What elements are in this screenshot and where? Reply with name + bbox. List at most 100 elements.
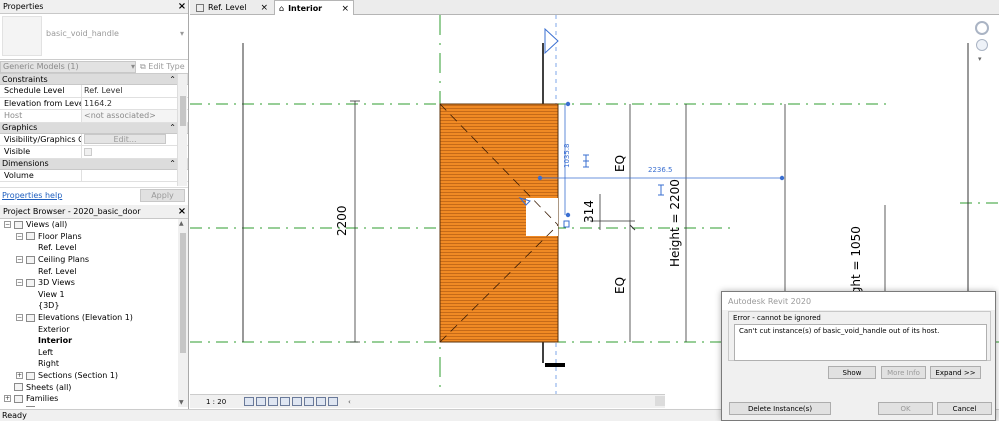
expand-icon[interactable]: +	[16, 372, 23, 380]
sun-path-icon[interactable]	[268, 397, 278, 406]
tree-node-label: View 1	[38, 289, 65, 299]
tab-label: Ref. Level	[208, 3, 247, 12]
category-constraints[interactable]: Constraints ⌃	[0, 74, 188, 85]
tree-node[interactable]: Interior	[0, 335, 178, 347]
tree-node[interactable]: − Views (all)	[0, 219, 178, 231]
dim-label-eq-bottom[interactable]: EQ	[613, 277, 627, 294]
category-dimensions[interactable]: Dimensions ⌃	[0, 158, 188, 170]
property-label: Volume	[0, 169, 82, 181]
dim-label-height-2200[interactable]: Height = 2200	[668, 179, 682, 267]
instance-filter-dropdown[interactable]: Generic Models (1) ▾	[0, 60, 136, 73]
close-icon[interactable]: ×	[341, 4, 349, 14]
properties-scrollbar[interactable]	[177, 74, 187, 186]
collapse-icon[interactable]: −	[4, 221, 11, 229]
tree-node[interactable]: Right	[0, 358, 178, 370]
dim-label-eq-top[interactable]: EQ	[613, 155, 627, 172]
tree-node[interactable]: + Sections (Section 1)	[0, 370, 178, 382]
property-value[interactable]: Ref. Level	[82, 85, 178, 97]
floor-marker	[545, 363, 565, 367]
tree-node[interactable]: Annotation Symbols	[0, 405, 178, 407]
horizontal-scrollbar[interactable]	[655, 396, 665, 406]
close-icon[interactable]: ×	[176, 1, 188, 12]
collapse-icon[interactable]: −	[16, 256, 23, 264]
chevron-down-icon[interactable]: ▾	[978, 55, 991, 63]
properties-title: Properties	[3, 2, 44, 11]
property-value	[82, 146, 178, 158]
collapse-icon[interactable]: −	[16, 232, 23, 240]
tree-node[interactable]: Left	[0, 347, 178, 359]
temp-dim-1035[interactable]: 1035.8	[563, 144, 571, 169]
collapse-icon[interactable]: ⌃	[169, 75, 176, 84]
dim-label-2200-left[interactable]: 2200	[335, 205, 349, 236]
tree-node[interactable]: − Floor Plans	[0, 231, 178, 243]
project-browser-tree: − Views (all) − Floor Plans Ref. Level − Ceili…	[0, 219, 178, 407]
expand-icon[interactable]: +	[4, 395, 11, 403]
detail-level-icon[interactable]	[244, 397, 254, 406]
property-row-visibility-graphics[interactable]: Visibility/Graphics Ov... Edit...	[0, 133, 188, 146]
shadows-icon[interactable]	[280, 397, 290, 406]
folder-icon	[26, 371, 35, 380]
collapse-icon[interactable]: −	[16, 314, 23, 322]
tree-node[interactable]: Ref. Level	[0, 242, 178, 254]
tab-ref-level[interactable]: Ref. Level ×	[192, 0, 272, 15]
crop-view-icon[interactable]	[292, 397, 302, 406]
dim-label-314[interactable]: 314	[582, 200, 596, 223]
property-value: <not associated>	[82, 110, 178, 122]
error-severity: Error - cannot be ignored	[733, 314, 821, 322]
tree-node-label: Sheets (all)	[26, 382, 72, 392]
project-browser-title-bar: Project Browser - 2020_basic_door ×	[0, 205, 188, 219]
temporary-hide-icon[interactable]	[316, 397, 326, 406]
project-browser-scrollbar[interactable]: ▲ ▼	[178, 219, 188, 407]
tree-node[interactable]: Ref. Level	[0, 265, 178, 277]
collapse-icon[interactable]: ⌃	[169, 159, 176, 168]
show-button[interactable]: Show	[828, 366, 876, 379]
instance-filter-value: Generic Models (1)	[3, 62, 79, 71]
visible-checkbox[interactable]	[84, 147, 92, 156]
close-icon[interactable]: ×	[176, 206, 188, 217]
tree-node[interactable]: Exterior	[0, 323, 178, 335]
collapse-icon[interactable]: −	[16, 279, 23, 287]
cancel-button[interactable]: Cancel	[937, 402, 992, 415]
type-selector[interactable]: basic_void_handle ▾	[0, 14, 188, 60]
chevron-down-icon[interactable]: ▾	[180, 29, 184, 38]
error-message[interactable]: Can't cut instance(s) of basic_void_hand…	[734, 324, 987, 361]
dialog-body: Error - cannot be ignored Can't cut inst…	[728, 311, 991, 361]
properties-help-link[interactable]: Properties help	[2, 191, 62, 200]
tree-node[interactable]: Sheets (all)	[0, 381, 178, 393]
left-panel: Properties × basic_void_handle ▾ Generic…	[0, 0, 189, 421]
visual-style-icon[interactable]	[256, 397, 266, 406]
property-value[interactable]: 1164.2	[82, 98, 178, 110]
collapse-icon[interactable]: ⌃	[169, 123, 176, 132]
more-info-button[interactable]: More Info	[881, 366, 926, 379]
home-icon: ⌂	[279, 4, 285, 13]
properties-footer: Properties help Apply	[0, 187, 188, 203]
close-icon[interactable]: ×	[260, 3, 268, 13]
show-crop-icon[interactable]	[304, 397, 314, 406]
category-graphics[interactable]: Graphics ⌃	[0, 122, 188, 134]
tree-node[interactable]: {3D}	[0, 300, 178, 312]
property-row-schedule-level[interactable]: Schedule Level Ref. Level	[0, 85, 188, 98]
tab-interior[interactable]: ⌂ Interior ×	[274, 0, 354, 16]
chevron-left-icon[interactable]: ‹	[348, 398, 351, 406]
tree-node[interactable]: − Ceiling Plans	[0, 254, 178, 266]
delete-instances-button[interactable]: Delete Instance(s)	[729, 402, 831, 415]
tree-node[interactable]: − Elevations (Elevation 1)	[0, 312, 178, 324]
expand-button[interactable]: Expand >>	[930, 366, 981, 379]
edit-type-icon: ⧉	[140, 61, 146, 71]
view-scale[interactable]: 1 : 20	[206, 398, 244, 406]
zoom-icon[interactable]	[976, 39, 988, 51]
tree-node[interactable]: + Families	[0, 393, 178, 405]
tree-node[interactable]: View 1	[0, 289, 178, 301]
property-row-visible[interactable]: Visible	[0, 146, 188, 159]
tree-node[interactable]: − 3D Views	[0, 277, 178, 289]
tree-node-label: {3D}	[38, 301, 60, 311]
edit-button[interactable]: Edit...	[84, 134, 166, 145]
property-row-elevation[interactable]: Elevation from Level 1164.2	[0, 97, 188, 110]
status-text: Ready	[2, 411, 27, 420]
steering-wheel-icon[interactable]	[975, 21, 989, 35]
edit-type-button[interactable]: ⧉ Edit Type	[140, 62, 185, 72]
apply-button[interactable]: Apply	[140, 189, 185, 202]
ok-button[interactable]: OK	[878, 402, 933, 415]
temp-dim-2236[interactable]: 2236.5	[648, 166, 673, 174]
reveal-hidden-icon[interactable]	[328, 397, 338, 406]
